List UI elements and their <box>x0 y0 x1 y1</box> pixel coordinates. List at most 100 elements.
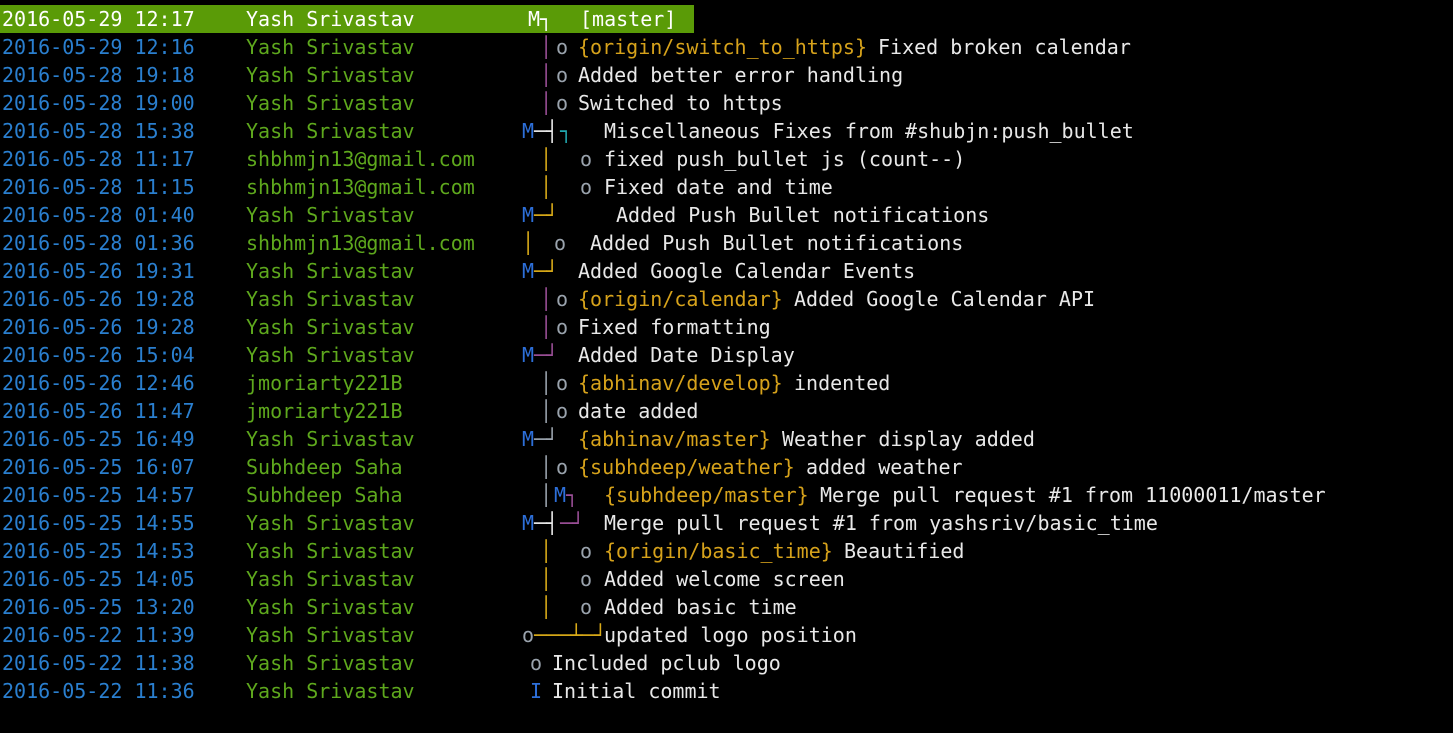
graph-glyph: ─┘ <box>534 259 559 283</box>
graph-glyph: o <box>556 455 569 479</box>
commit-date: 2016-05-25 13:20 <box>2 595 195 619</box>
commit-row[interactable]: 2016-05-25 16:49 Yash Srivastav M ─┘ {abhina… <box>0 425 1453 453</box>
commit-message: [master] <box>580 7 677 31</box>
commit-date: 2016-05-25 16:07 <box>2 455 195 479</box>
graph-glyph: o <box>556 287 569 311</box>
commit-date: 2016-05-28 11:15 <box>2 175 195 199</box>
commit-row-selected[interactable]: 2016-05-29 12:17 Yash Srivastav M ┐ [master] <box>0 5 694 33</box>
commit-row[interactable]: 2016-05-26 12:46 jmoriarty221B │ o {abhinav/… <box>0 369 1453 397</box>
commit-row[interactable]: 2016-05-25 14:53 Yash Srivastav │ o {origin/… <box>0 537 1453 565</box>
graph-glyph: ───┴─┘ <box>534 623 607 647</box>
commit-author: Subhdeep Saha <box>246 455 403 479</box>
commit-row[interactable]: 2016-05-28 19:18 Yash Srivastav │ o Added be… <box>0 61 1453 89</box>
commit-author: Yash Srivastav <box>246 427 415 451</box>
commit-author: Yash Srivastav <box>246 567 415 591</box>
commit-author: Yash Srivastav <box>246 119 415 143</box>
commit-row[interactable]: 2016-05-26 11:47 jmoriarty221B │ o date adde… <box>0 397 1453 425</box>
graph-glyph: │ <box>540 35 553 59</box>
graph-glyph: o <box>554 231 567 255</box>
graph-glyph: o <box>530 651 543 675</box>
commit-author: shbhmjn13@gmail.com <box>246 147 475 171</box>
commit-author: shbhmjn13@gmail.com <box>246 175 475 199</box>
branch-ref: {abhinav/master} <box>578 427 771 451</box>
commit-row[interactable]: 2016-05-28 15:38 Yash Srivastav M ─┤ ┐ Miscel… <box>0 117 1453 145</box>
graph-glyph: ┐ <box>566 483 579 507</box>
commit-date: 2016-05-28 01:40 <box>2 203 195 227</box>
graph-glyph: ─┤ <box>534 119 559 143</box>
commit-row[interactable]: 2016-05-25 16:07 Subhdeep Saha │ o {subhdeep… <box>0 453 1453 481</box>
commit-date: 2016-05-22 11:38 <box>2 651 195 675</box>
commit-row[interactable]: 2016-05-28 01:40 Yash Srivastav M ─┘ Added P… <box>0 201 1453 229</box>
commit-author: Yash Srivastav <box>246 343 415 367</box>
commit-message: indented <box>794 371 891 395</box>
commit-row[interactable]: 2016-05-29 12:16 Yash Srivastav │ o {origin/… <box>0 33 1453 61</box>
graph-glyph: o <box>580 147 593 171</box>
commit-date: 2016-05-28 01:36 <box>2 231 195 255</box>
commit-author: Yash Srivastav <box>246 259 415 283</box>
commit-date: 2016-05-28 15:38 <box>2 119 195 143</box>
commit-author: Yash Srivastav <box>246 287 415 311</box>
commit-row[interactable]: 2016-05-26 19:28 Yash Srivastav │ o {origin/… <box>0 285 1453 313</box>
commit-message: date added <box>578 399 699 423</box>
commit-author: Yash Srivastav <box>246 91 415 115</box>
commit-author: Yash Srivastav <box>246 7 415 31</box>
graph-glyph: │ <box>540 315 553 339</box>
commit-row[interactable]: 2016-05-26 15:04 Yash Srivastav M ─┘ Added D… <box>0 341 1453 369</box>
commit-message: Switched to https <box>578 91 783 115</box>
graph-glyph: │ <box>540 483 553 507</box>
branch-ref: {subhdeep/weather} <box>578 455 795 479</box>
commit-date: 2016-05-28 11:17 <box>2 147 195 171</box>
commit-message: Added Push Bullet notifications <box>590 231 964 255</box>
commit-author: Yash Srivastav <box>246 623 415 647</box>
graph-glyph: M <box>522 119 535 143</box>
graph-glyph: o <box>556 315 569 339</box>
commit-message: Fixed formatting <box>578 315 771 339</box>
commit-message: Miscellaneous Fixes from #shubjn:push_bu… <box>604 119 1134 143</box>
commit-date: 2016-05-28 19:18 <box>2 63 195 87</box>
graph-glyph: ─┘ <box>560 511 585 535</box>
commit-message: Merge pull request #1 from 11000011/mast… <box>820 483 1326 507</box>
commit-author: Yash Srivastav <box>246 651 415 675</box>
graph-glyph: I <box>530 679 543 703</box>
graph-glyph: M <box>522 203 535 227</box>
commit-date: 2016-05-26 11:47 <box>2 399 195 423</box>
commit-row[interactable]: 2016-05-25 14:05 Yash Srivastav │ o Added we… <box>0 565 1453 593</box>
graph-glyph: o <box>580 539 593 563</box>
commit-date: 2016-05-28 19:00 <box>2 91 195 115</box>
graph-glyph: o <box>556 63 569 87</box>
commit-row[interactable]: 2016-05-28 11:15 shbhmjn13@gmail.com │ o Fix… <box>0 173 1453 201</box>
branch-ref: {subhdeep/master} <box>604 483 809 507</box>
commit-row[interactable]: 2016-05-22 11:38 Yash Srivastav o Included … <box>0 649 1453 677</box>
commit-row[interactable]: 2016-05-25 14:55 Yash Srivastav M ─┤ ─┘ Merge… <box>0 509 1453 537</box>
commit-author: Yash Srivastav <box>246 203 415 227</box>
graph-glyph: M <box>522 511 535 535</box>
commit-date: 2016-05-29 12:17 <box>2 7 195 31</box>
commit-date: 2016-05-26 15:04 <box>2 343 195 367</box>
graph-glyph: │ <box>522 231 535 255</box>
graph-glyph: M <box>554 483 567 507</box>
commit-row[interactable]: 2016-05-22 11:36 Yash Srivastav I Initial c… <box>0 677 1453 705</box>
graph-glyph: │ <box>540 399 553 423</box>
graph-glyph: o <box>556 371 569 395</box>
commit-date: 2016-05-29 12:16 <box>2 35 195 59</box>
graph-glyph: │ <box>540 371 553 395</box>
graph-glyph: o <box>580 567 593 591</box>
commit-date: 2016-05-22 11:36 <box>2 679 195 703</box>
commit-row[interactable]: 2016-05-22 11:39 Yash Srivastav o ───┴─┘ upd… <box>0 621 1453 649</box>
commit-message: Beautified <box>844 539 965 563</box>
graph-glyph: │ <box>540 567 553 591</box>
graph-glyph: M <box>528 7 541 31</box>
commit-row[interactable]: 2016-05-25 13:20 Yash Srivastav │ o Added ba… <box>0 593 1453 621</box>
graph-glyph: ┐ <box>540 7 553 31</box>
commit-row[interactable]: 2016-05-25 14:57 Subhdeep Saha │ M ┐ {subhdee… <box>0 481 1453 509</box>
commit-row[interactable]: 2016-05-28 11:17 shbhmjn13@gmail.com │ o fix… <box>0 145 1453 173</box>
commit-row[interactable]: 2016-05-28 01:36 shbhmjn13@gmail.com │ o Add… <box>0 229 1453 257</box>
graph-glyph: o <box>556 35 569 59</box>
commit-message: Added Google Calendar API <box>794 287 1096 311</box>
commit-message: Added Google Calendar Events <box>578 259 916 283</box>
commit-row[interactable]: 2016-05-26 19:31 Yash Srivastav M ─┘ Added G… <box>0 257 1453 285</box>
commit-row[interactable]: 2016-05-28 19:00 Yash Srivastav │ o Switched… <box>0 89 1453 117</box>
commit-row[interactable]: 2016-05-26 19:28 Yash Srivastav │ o Fixed fo… <box>0 313 1453 341</box>
commit-date: 2016-05-26 19:28 <box>2 287 195 311</box>
commit-message: Included pclub logo <box>552 651 781 675</box>
